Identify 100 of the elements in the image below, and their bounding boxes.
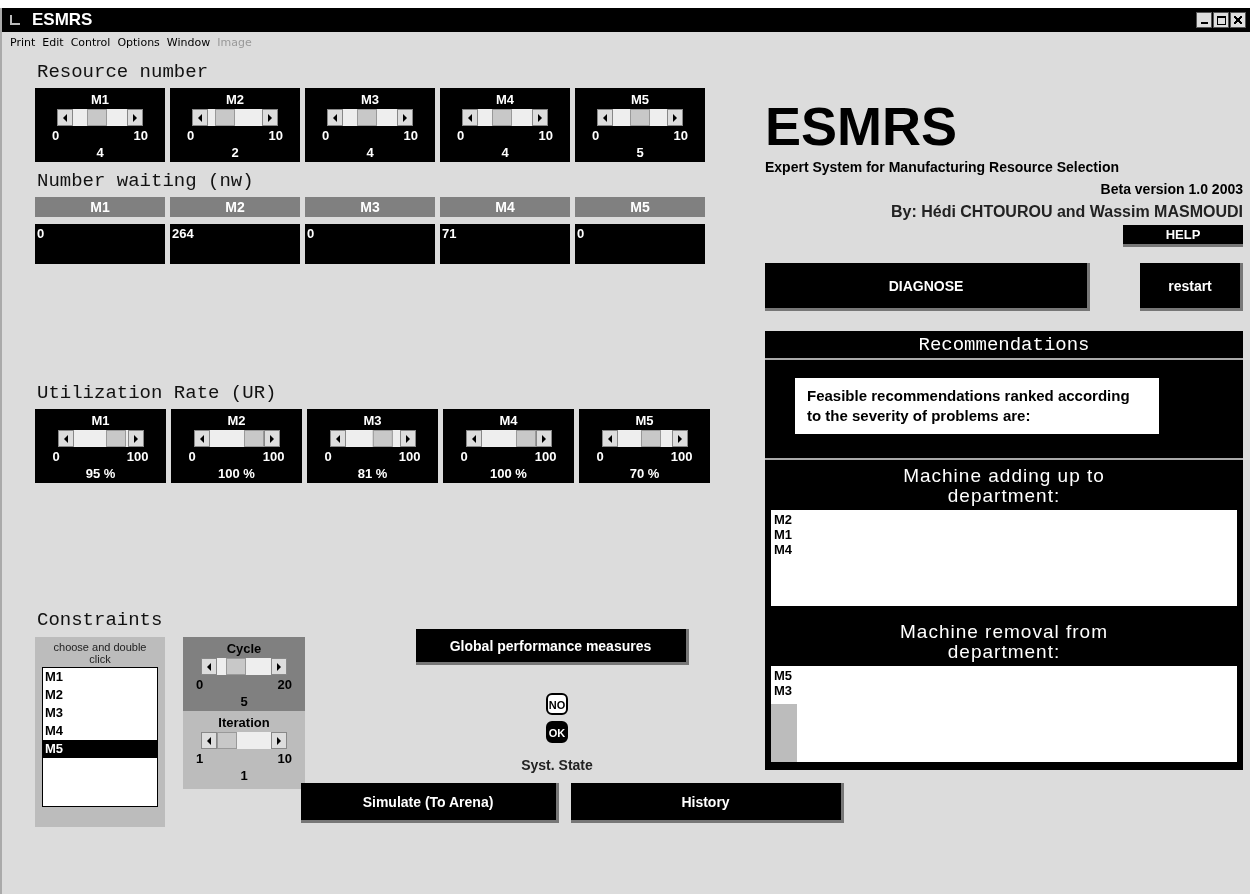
slider-reading: 4 (366, 145, 374, 160)
min-label: 0 (52, 128, 60, 143)
max-label: 10 (268, 128, 283, 143)
list-item: M5 (774, 668, 793, 683)
scroll-left-button[interactable] (57, 109, 73, 126)
value-field: 71 (440, 224, 570, 264)
slider-thumb[interactable] (356, 109, 377, 126)
scroll-left-button[interactable] (193, 430, 210, 447)
close-button[interactable] (1230, 12, 1246, 28)
min-label: 0 (322, 128, 330, 143)
right-arrow-icon (405, 434, 410, 443)
slider-thumb[interactable] (630, 109, 650, 126)
list-item[interactable]: M5 (43, 740, 157, 758)
menu-item[interactable]: Print (10, 36, 36, 49)
menu-item[interactable]: Window (166, 36, 211, 49)
panel-title: Recommendations (765, 332, 1243, 360)
slider-reading: 70 % (629, 466, 660, 481)
machine-list[interactable]: M1 M2 M3 M4 M5 (42, 667, 158, 807)
scroll-left-button[interactable] (327, 109, 343, 126)
right-arrow-icon (268, 113, 272, 122)
slider-thumb[interactable] (86, 109, 107, 126)
value-field: 0 (35, 224, 165, 264)
left-arrow-icon (199, 434, 204, 443)
slider-thumb[interactable] (373, 430, 394, 447)
max-label: 100 (534, 449, 557, 464)
right-arrow-icon (277, 662, 281, 671)
slider-thumb[interactable] (225, 658, 246, 675)
maximize-button[interactable] (1213, 12, 1229, 28)
max-label: 10 (133, 128, 148, 143)
list-item[interactable]: M2 (43, 686, 157, 704)
scroll-left-button[interactable] (329, 430, 346, 447)
scroll-right-button[interactable] (667, 109, 683, 126)
slider-thumb[interactable] (105, 430, 126, 447)
left-arrow-icon (471, 434, 476, 443)
global-performance-button[interactable]: Global performance measures (415, 629, 689, 665)
max-label: 10 (277, 751, 292, 766)
scroll-left-button[interactable] (201, 732, 217, 749)
min-label: 0 (596, 449, 604, 464)
slider-reading: 100 % (490, 466, 527, 481)
slider-reading: 5 (240, 694, 248, 709)
scroll-left-button[interactable] (597, 109, 613, 126)
slider-reading: 4 (501, 145, 509, 160)
slider-thumb[interactable] (214, 109, 235, 126)
scroll-left-button[interactable] (465, 430, 482, 447)
restart-button[interactable]: restart (1140, 263, 1243, 311)
scroll-left-button[interactable] (201, 658, 217, 675)
min-label: 0 (592, 128, 600, 143)
left-arrow-icon (63, 113, 67, 122)
menu-item[interactable]: Edit (42, 36, 64, 49)
scroll-right-button[interactable] (262, 109, 278, 126)
right-arrow-icon (677, 434, 682, 443)
slider-thumb[interactable] (515, 430, 536, 447)
scroll-right-button[interactable] (271, 658, 287, 675)
column-header: M4 (440, 197, 570, 217)
column-header: M3 (305, 197, 435, 217)
minimize-button[interactable] (1196, 12, 1212, 28)
scroll-left-button[interactable] (57, 430, 74, 447)
minimize-icon (1200, 22, 1208, 24)
scroll-left-button[interactable] (601, 430, 618, 447)
min-label: 0 (187, 128, 195, 143)
menu-item[interactable]: Options (117, 36, 160, 49)
scroll-right-button[interactable] (271, 732, 287, 749)
min-label: 1 (196, 751, 204, 766)
scroll-left-button[interactable] (462, 109, 478, 126)
slider-reading: 100 % (218, 466, 255, 481)
slider-thumb[interactable] (243, 430, 264, 447)
left-arrow-icon (207, 736, 211, 745)
state-indicator: OK (546, 721, 568, 743)
diagnose-button[interactable]: DIAGNOSE (765, 263, 1090, 311)
max-label: 20 (277, 677, 292, 692)
note-text: Feasible recommendations ranked according to the severity of problems are: (795, 378, 1159, 434)
action-button[interactable]: History (570, 783, 844, 823)
slider-thumb[interactable] (641, 430, 662, 447)
action-button[interactable]: Simulate (To Arena) (300, 783, 559, 823)
section-title: Machine adding up to department: (902, 464, 1106, 508)
list-item[interactable]: M3 (43, 704, 157, 722)
value-field: 264 (170, 224, 300, 264)
scroll-right-button[interactable] (532, 109, 548, 126)
left-arrow-icon (333, 113, 337, 122)
max-label: 100 (126, 449, 149, 464)
scroll-right-button[interactable] (127, 109, 143, 126)
slider-reading: 95 % (85, 466, 116, 481)
menu-item[interactable]: Control (70, 36, 111, 49)
right-arrow-icon (277, 736, 281, 745)
list-item[interactable]: M4 (43, 722, 157, 740)
max-label: 10 (538, 128, 553, 143)
list-item: M2 (774, 512, 793, 527)
slider-reading: 5 (636, 145, 644, 160)
slider-thumb[interactable] (491, 109, 512, 126)
list-item[interactable]: M1 (43, 668, 157, 686)
list-caption: choose and double click (52, 641, 148, 665)
column-header: M2 (170, 197, 300, 217)
slider-reading: 81 % (357, 466, 388, 481)
slider-thumb[interactable] (217, 732, 237, 749)
version-text: Beta version 1.0 2003 (1099, 181, 1243, 197)
scroll-left-button[interactable] (192, 109, 208, 126)
max-label: 10 (403, 128, 418, 143)
help-button[interactable]: HELP (1123, 225, 1243, 247)
max-label: 100 (670, 449, 693, 464)
scroll-right-button[interactable] (397, 109, 413, 126)
